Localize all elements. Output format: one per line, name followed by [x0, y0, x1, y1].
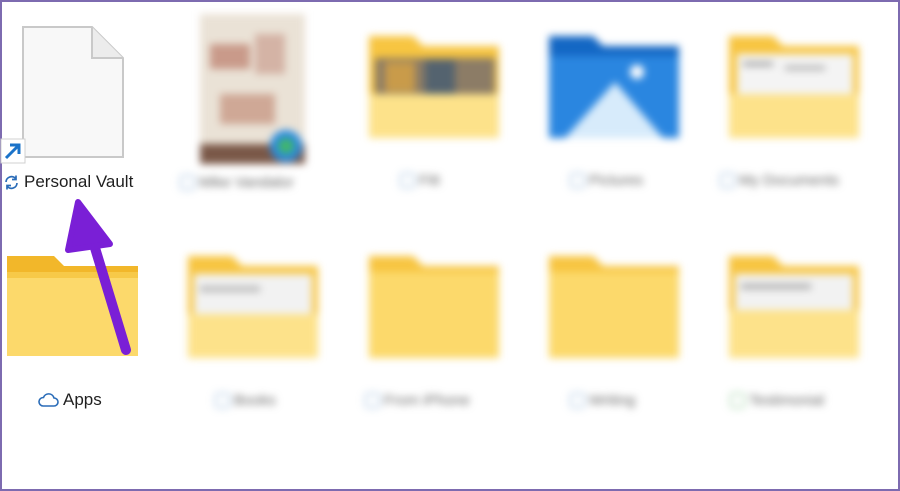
file-item-personal-vault[interactable]: Personal Vault: [0, 20, 160, 200]
item-name: Apps: [63, 390, 102, 409]
file-label-testimonial: Testimonial: [730, 392, 824, 409]
file-label-photo: Mike Vandalor: [180, 174, 294, 191]
cloud-status-icon: [570, 173, 585, 188]
file-label-from-iphone: From iPhone: [365, 392, 470, 409]
item-name: Fitt: [419, 172, 440, 189]
folder-icon: [729, 256, 859, 358]
file-item-testimonial[interactable]: Testimonial: [720, 250, 890, 420]
folder-icon: [549, 256, 679, 358]
file-label-documents: My Documents: [720, 172, 839, 189]
item-name: Mike Vandalor: [199, 174, 294, 191]
item-name: Writing: [589, 392, 636, 409]
synced-status-icon: [730, 393, 745, 408]
shortcut-file-icon: [22, 26, 124, 158]
annotation-arrow-icon: [65, 199, 131, 355]
cloud-status-icon: [215, 393, 230, 408]
item-name: Books: [234, 392, 276, 409]
file-item-writing[interactable]: Writing: [540, 250, 690, 420]
file-item-pictures[interactable]: Pictures: [540, 30, 690, 200]
file-label-books: Books: [215, 392, 276, 409]
folder-icon: [369, 256, 499, 358]
item-name: Testimonial: [749, 392, 825, 409]
folder-icon: [729, 36, 859, 138]
cloud-status-icon: [180, 175, 195, 190]
sync-icon: [5, 175, 18, 189]
folder-icon: [188, 256, 318, 358]
file-item-from-iphone[interactable]: From iPhone: [360, 250, 510, 420]
item-name: My Documents: [739, 172, 840, 189]
file-label-folder: Fitt: [400, 172, 440, 189]
file-label-writing: Writing: [570, 392, 635, 409]
cloud-icon: [38, 393, 59, 407]
file-label-apps: Apps: [37, 390, 102, 410]
file-item-folder[interactable]: Fitt: [360, 30, 510, 200]
file-label-personal-vault: Personal Vault: [3, 172, 133, 192]
folder-icon: [369, 36, 499, 138]
cloud-status-icon: [400, 173, 415, 188]
cloud-status-icon: [720, 173, 735, 188]
item-name: Personal Vault: [24, 172, 134, 191]
pictures-folder-icon: [549, 36, 679, 138]
cloud-status-icon: [365, 393, 380, 408]
file-item-documents[interactable]: My Documents: [720, 30, 890, 200]
shortcut-arrow-icon: [0, 138, 26, 164]
cloud-status-icon: [570, 393, 585, 408]
file-label-pictures: Pictures: [570, 172, 643, 189]
photo-thumbnail-icon: [200, 14, 305, 164]
item-name: From iPhone: [384, 392, 470, 409]
file-item-photo[interactable]: Mike Vandalor: [180, 14, 330, 204]
file-item-books[interactable]: Books: [180, 250, 330, 420]
item-name: Pictures: [589, 172, 644, 189]
